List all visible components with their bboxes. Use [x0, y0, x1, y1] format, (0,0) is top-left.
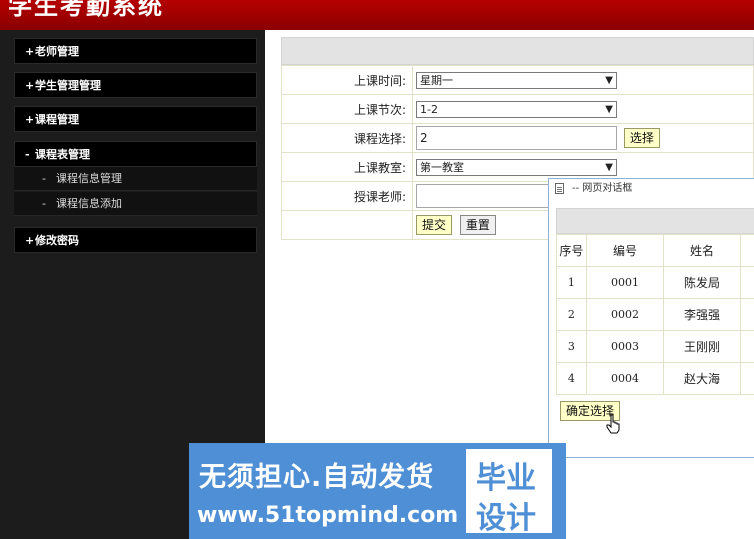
watermark-url: www.51topmind.com [197, 503, 459, 528]
sidebar-subitem-label: 课程信息添加 [56, 197, 122, 210]
dialog-header-bar [556, 208, 754, 234]
table-cell: 陈发局 [663, 266, 741, 299]
table-cell: 4 [556, 362, 587, 395]
sidebar-item-label: 课程管理 [35, 113, 79, 126]
chevron-down-icon: ▼ [605, 103, 613, 115]
sidebar-item-label: 课程表管理 [35, 148, 90, 161]
bullet-icon: - [42, 197, 46, 210]
table-row[interactable]: 3 0003 王刚刚 [556, 330, 754, 363]
watermark-badge: 毕业 设计 [466, 449, 552, 536]
course-input[interactable]: 2 [416, 126, 617, 150]
table-row[interactable]: 4 0004 赵大海 [556, 362, 754, 395]
table-cell: 3 [556, 330, 587, 363]
chevron-down-icon: ▼ [605, 161, 613, 173]
room-select[interactable]: 第一教室 ▼ [416, 158, 617, 176]
app-header: 学生考勤系统 [0, 0, 754, 30]
table-row[interactable]: 1 0001 陈发局 [556, 266, 754, 299]
sidebar-subitem-course-info-management[interactable]: - 课程信息管理 [14, 167, 257, 191]
watermark-slogan: 无须担心.自动发货 [199, 462, 435, 493]
choose-course-button[interactable]: 选择 [623, 128, 660, 148]
table-cell: 王刚刚 [663, 330, 741, 363]
table-cell: 0002 [585, 298, 665, 331]
room-label: 上课教室: [281, 152, 413, 182]
app-title: 学生考勤系统 [8, 0, 164, 20]
dialog-title: -- 网页对话框 [572, 183, 633, 194]
hand-cursor-icon [606, 414, 620, 434]
expand-icon: + [25, 113, 35, 126]
sidebar-subitem-course-info-add[interactable]: - 课程信息添加 [14, 192, 257, 216]
time-label: 上课时间: [281, 65, 413, 95]
column-header: 序号 [556, 234, 587, 267]
sidebar-item-teacher-management[interactable]: +老师管理 [14, 38, 257, 64]
reset-button[interactable]: 重置 [459, 215, 496, 235]
watermark-badge-line1: 毕业 [476, 461, 536, 496]
period-label: 上课节次: [281, 94, 413, 124]
chevron-down-icon: ▼ [605, 74, 613, 86]
time-select[interactable]: 星期一 ▼ [416, 71, 617, 89]
sidebar-item-schedule-management[interactable]: - 课程表管理 [14, 141, 257, 167]
sidebar-subitem-label: 课程信息管理 [56, 172, 122, 185]
course-select-dialog: -- 网页对话框 序号 编号 姓名 1 0001 陈发局 2 0002 李强强 … [548, 178, 754, 458]
expand-icon: + [25, 234, 35, 247]
teacher-table: 序号 编号 姓名 1 0001 陈发局 2 0002 李强强 3 0003 王刚… [556, 234, 754, 395]
period-select-value: 1-2 [420, 102, 438, 116]
sidebar-item-change-password[interactable]: +修改密码 [14, 227, 257, 253]
table-cell: 李强强 [663, 298, 741, 331]
table-cell: 2 [556, 298, 587, 331]
dialog-title-bar: -- 网页对话框 [549, 179, 754, 201]
table-cell: 赵大海 [663, 362, 741, 395]
collapse-icon: - [25, 148, 30, 161]
sidebar-item-course-management[interactable]: +课程管理 [14, 106, 257, 132]
table-cell: 0003 [585, 330, 665, 363]
form-header-bar [281, 37, 754, 65]
page-icon [555, 182, 564, 194]
column-header: 姓名 [663, 234, 741, 267]
room-select-value: 第一教室 [420, 160, 464, 174]
submit-button[interactable]: 提交 [416, 215, 453, 235]
sidebar-item-label: 学生管理管理 [35, 79, 101, 92]
course-label: 课程选择: [281, 123, 413, 153]
sidebar-item-student-management[interactable]: +学生管理管理 [14, 72, 257, 98]
table-cell: 0001 [585, 266, 665, 299]
watermark-banner: 无须担心.自动发货 www.51topmind.com 毕业 设计 [189, 443, 566, 539]
period-select[interactable]: 1-2 ▼ [416, 100, 617, 118]
column-header: 编号 [585, 234, 665, 267]
time-select-value: 星期一 [420, 73, 453, 87]
sidebar-item-label: 老师管理 [35, 45, 79, 58]
watermark-badge-line2: 设计 [476, 501, 536, 536]
sidebar-item-label: 修改密码 [35, 234, 79, 247]
teacher-label: 授课老师: [281, 181, 413, 211]
table-cell: 1 [556, 266, 587, 299]
table-cell: 0004 [585, 362, 665, 395]
table-row[interactable]: 2 0002 李强强 [556, 298, 754, 331]
bullet-icon: - [42, 172, 46, 185]
expand-icon: + [25, 45, 35, 58]
expand-icon: + [25, 79, 35, 92]
table-header-row: 序号 编号 姓名 [556, 234, 754, 267]
